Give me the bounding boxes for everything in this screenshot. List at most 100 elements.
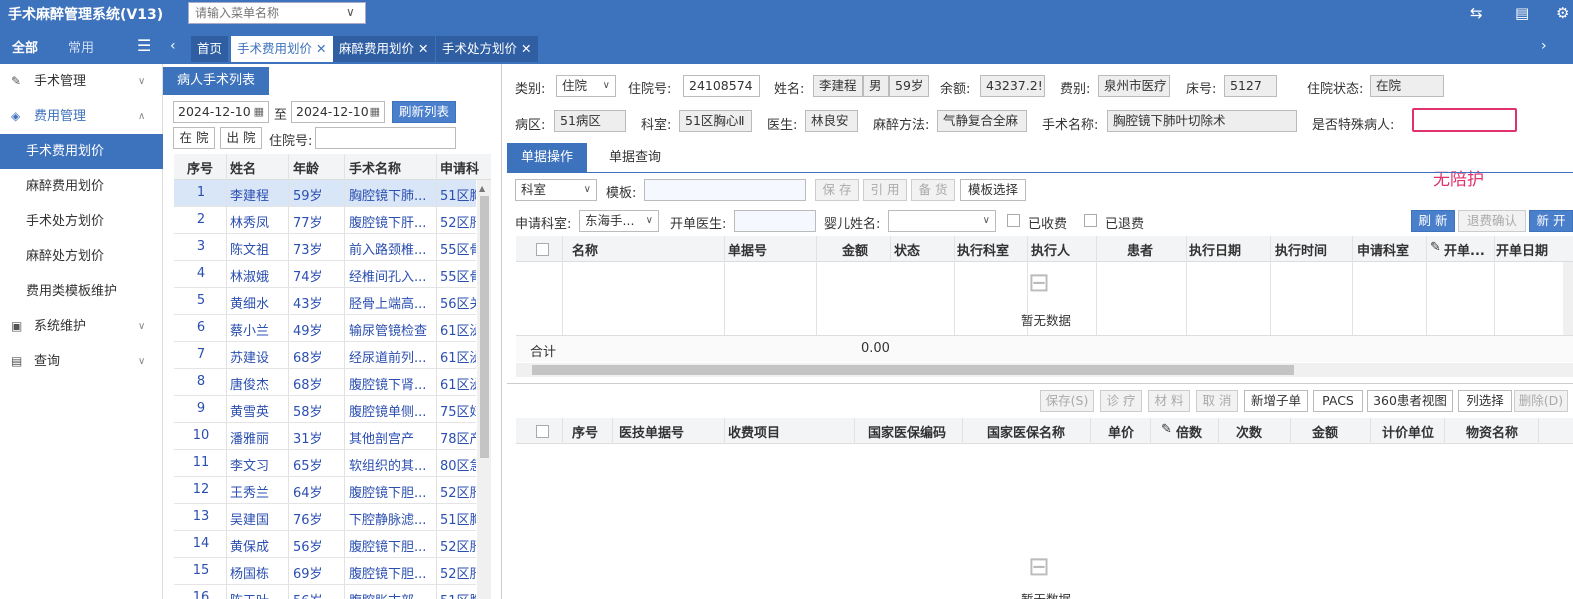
table-row[interactable]: 16 陈天叶 56岁 腹腔胀末部 51区胸 bbox=[174, 585, 476, 599]
table-row[interactable]: 6 蔡小兰 49岁 输尿管镜检查 61区泌 bbox=[174, 315, 476, 342]
cite-button[interactable]: 引 用 bbox=[863, 179, 907, 201]
admission-no-input[interactable] bbox=[315, 127, 456, 149]
backup-button[interactable]: 备 货 bbox=[911, 179, 955, 201]
inpatient-button[interactable]: 在 院 bbox=[173, 127, 215, 149]
table-row[interactable]: 4 林淑娥 74岁 经椎间孔入... 55区骨 bbox=[174, 261, 476, 288]
column-header[interactable]: 执行时间 bbox=[1275, 240, 1327, 259]
table-row[interactable]: 8 唐俊杰 68岁 腹腔镜下肾... 61区泌 bbox=[174, 369, 476, 396]
close-icon[interactable]: ✕ bbox=[316, 41, 326, 56]
column-header[interactable]: 开单... bbox=[1444, 240, 1485, 259]
patient-360-button[interactable]: 360患者视图 bbox=[1367, 390, 1453, 412]
select-all-checkbox[interactable] bbox=[536, 425, 549, 438]
tab-bill-operation[interactable]: 单据操作 bbox=[507, 143, 588, 173]
refunded-checkbox[interactable] bbox=[1084, 214, 1097, 227]
delete-button[interactable]: 删除(D) bbox=[1514, 390, 1568, 412]
admission-field[interactable]: 24108574 bbox=[683, 75, 760, 97]
table-row[interactable]: 2 林秀凤 77岁 腹腔镜下肝... 52区肝 bbox=[174, 207, 476, 234]
menu-icon[interactable]: ☰ bbox=[137, 36, 151, 55]
scroll-up-icon[interactable]: ▲ bbox=[479, 184, 485, 193]
bill-doctor-input[interactable] bbox=[734, 210, 816, 232]
table-row[interactable]: 9 黄雪英 58岁 腹腔镜单侧... 75区妇 bbox=[174, 396, 476, 423]
chevron-left-icon[interactable]: ‹ bbox=[170, 38, 176, 54]
column-header[interactable]: 医技单据号 bbox=[619, 422, 684, 441]
scope-select[interactable]: 科室 ∨ bbox=[515, 179, 597, 201]
treatment-button[interactable]: 诊 疗 bbox=[1100, 390, 1142, 412]
add-sub-bill-button[interactable]: 新增子单 bbox=[1244, 390, 1308, 412]
chevron-right-icon[interactable]: › bbox=[1541, 38, 1547, 54]
refresh-button[interactable]: 刷 新 bbox=[1411, 210, 1455, 232]
column-header[interactable]: 计价单位 bbox=[1382, 422, 1434, 441]
column-header[interactable]: 单据号 bbox=[728, 240, 767, 259]
apply-dept-select[interactable]: 东海手... ∨ bbox=[579, 210, 659, 232]
table-row[interactable]: 11 李文习 65岁 软组织的其... 80区急 bbox=[174, 450, 476, 477]
table-row[interactable]: 10 潘雅丽 31岁 其他剖宫产 78区产 bbox=[174, 423, 476, 450]
sidebar-sub-anesthesia-prescription[interactable]: 麻醉处方划价 bbox=[0, 239, 163, 274]
column-header[interactable]: 状态 bbox=[894, 240, 920, 259]
table-row[interactable]: 5 黄细水 43岁 胫骨上端高... 56区关 bbox=[174, 288, 476, 315]
table-row[interactable]: 3 陈文祖 73岁 前入路颈椎... 55区骨 bbox=[174, 234, 476, 261]
refund-confirm-button[interactable]: 退费确认 bbox=[1458, 210, 1526, 232]
sidebar-sub-anesthesia-fee[interactable]: 麻醉费用划价 bbox=[0, 169, 163, 204]
infant-select[interactable]: ∨ bbox=[888, 210, 996, 232]
tab-home[interactable]: 首页 bbox=[191, 36, 229, 62]
discharged-button[interactable]: 出 院 bbox=[220, 127, 262, 149]
date-to-field[interactable]: 2024-12-10 ▦ bbox=[291, 101, 385, 123]
column-header[interactable]: 手术名称 bbox=[349, 158, 401, 177]
save-button[interactable]: 保 存 bbox=[815, 179, 859, 201]
table-row[interactable]: 14 黄保成 56岁 腹腔镜下胆... 52区肝 bbox=[174, 531, 476, 558]
column-header[interactable]: 名称 bbox=[572, 240, 598, 259]
gear-icon[interactable]: ⚙ bbox=[1556, 4, 1569, 22]
table-row[interactable]: 1 李建程 59岁 胸腔镜下肺... 51区胸 bbox=[174, 180, 476, 207]
tab-bill-query[interactable]: 单据查询 bbox=[595, 143, 675, 173]
calendar-icon[interactable]: ▦ bbox=[370, 102, 380, 122]
sidebar-item-query[interactable]: ▤ 查询 ∨ bbox=[0, 344, 163, 379]
new-bill-button[interactable]: 新 开 bbox=[1529, 210, 1573, 232]
close-icon[interactable]: ✕ bbox=[521, 41, 531, 56]
type-select[interactable]: 住院 ∨ bbox=[556, 75, 616, 97]
column-header[interactable]: 金额 bbox=[1312, 422, 1338, 441]
table-row[interactable]: 13 吴建国 76岁 下腔静脉滤... 51区胸 bbox=[174, 504, 476, 531]
chevron-down-icon[interactable]: ∨ bbox=[346, 5, 355, 19]
close-icon[interactable]: ✕ bbox=[418, 41, 428, 56]
column-header[interactable]: 开单日期 bbox=[1496, 240, 1548, 259]
template-select-button[interactable]: 模板选择 bbox=[960, 179, 1026, 201]
column-header[interactable]: 执行人 bbox=[1031, 240, 1070, 259]
sidebar-sub-fee-template[interactable]: 费用类模板维护 bbox=[0, 274, 163, 309]
column-header[interactable]: 申请科室 bbox=[1357, 240, 1409, 259]
column-header[interactable]: 单价 bbox=[1108, 422, 1134, 441]
column-header[interactable]: 收费项目 bbox=[728, 422, 780, 441]
translate-icon[interactable]: ⇆ bbox=[1470, 4, 1483, 22]
column-header[interactable]: 序号 bbox=[187, 158, 213, 177]
charged-checkbox[interactable] bbox=[1007, 214, 1020, 227]
sidebar-tab-common[interactable]: 常用 bbox=[68, 37, 94, 56]
table-row[interactable]: 12 王秀兰 64岁 腹腔镜下胆... 52区肝 bbox=[174, 477, 476, 504]
column-header[interactable]: 国家医保编码 bbox=[868, 422, 946, 441]
scrollbar-thumb[interactable] bbox=[532, 365, 1294, 375]
scrollbar-thumb[interactable] bbox=[480, 196, 489, 458]
select-all-checkbox[interactable] bbox=[536, 243, 549, 256]
sidebar-item-fees[interactable]: ◈ 费用管理 ∧ bbox=[0, 99, 163, 134]
date-from-field[interactable]: 2024-12-10 ▦ bbox=[173, 101, 269, 123]
tab-anesthesia-fee[interactable]: 麻醉费用划价 ✕ bbox=[333, 36, 435, 62]
tab-surgery-prescription[interactable]: 手术处方划价 ✕ bbox=[436, 36, 538, 62]
column-header[interactable]: 国家医保名称 bbox=[987, 422, 1065, 441]
column-header[interactable]: 金额 bbox=[842, 240, 868, 259]
vertical-scrollbar[interactable] bbox=[1563, 262, 1573, 335]
document-icon[interactable]: ▤ bbox=[1515, 4, 1529, 22]
column-header[interactable]: 执行日期 bbox=[1189, 240, 1241, 259]
column-header[interactable]: 次数 bbox=[1236, 422, 1262, 441]
column-header[interactable]: 倍数 bbox=[1176, 422, 1202, 441]
save-s-button[interactable]: 保存(S) bbox=[1040, 390, 1094, 412]
column-header[interactable]: 姓名 bbox=[230, 158, 256, 177]
sidebar-tab-all[interactable]: 全部 bbox=[12, 37, 38, 56]
template-input[interactable] bbox=[644, 179, 806, 201]
refresh-list-button[interactable]: 刷新列表 bbox=[392, 101, 456, 123]
splitter[interactable] bbox=[507, 383, 1573, 384]
table-row[interactable]: 15 杨国栋 69岁 腹腔镜下胆... 52区肝 bbox=[174, 558, 476, 585]
material-button[interactable]: 材 料 bbox=[1148, 390, 1190, 412]
sidebar-item-system[interactable]: ▣ 系统维护 ∨ bbox=[0, 309, 163, 344]
column-header[interactable]: 年龄 bbox=[293, 158, 319, 177]
special-patient-field[interactable] bbox=[1412, 108, 1517, 132]
column-header[interactable]: 执行科室 bbox=[957, 240, 1009, 259]
sidebar-item-surgery[interactable]: ✎ 手术管理 ∨ bbox=[0, 64, 163, 99]
